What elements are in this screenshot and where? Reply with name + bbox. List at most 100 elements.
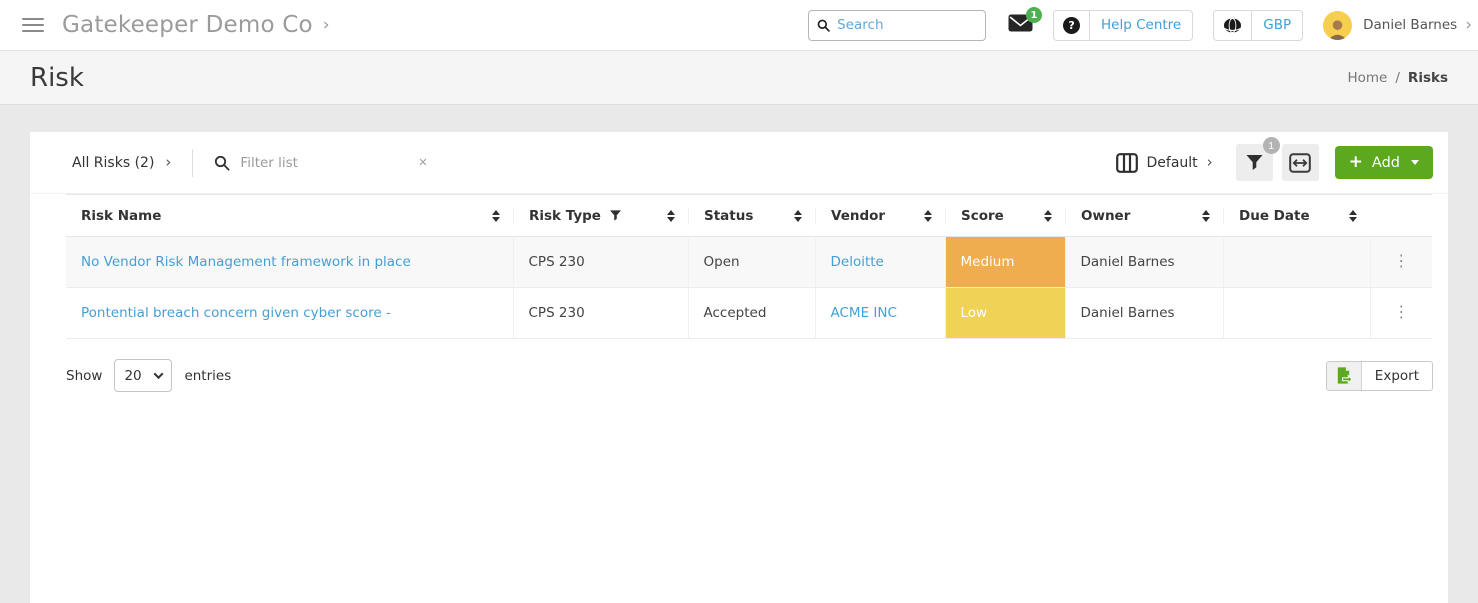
user-name: Daniel Barnes xyxy=(1363,17,1457,33)
vendor-cell: Deloitte xyxy=(815,237,945,288)
page-size-control: Show 20 entries xyxy=(66,359,231,392)
chevron-right-icon: › xyxy=(1465,17,1472,34)
score-badge: Medium xyxy=(946,237,1065,287)
expand-columns-button[interactable] xyxy=(1282,144,1319,181)
search-icon xyxy=(214,155,230,171)
globe-icon xyxy=(1223,18,1242,33)
title-bar: Risk Home / Risks xyxy=(0,51,1478,105)
risk-type-cell: CPS 230 xyxy=(513,237,688,288)
columns-icon xyxy=(1116,153,1138,173)
card-footer: Show 20 entries Export xyxy=(30,339,1448,392)
vendor-link[interactable]: ACME INC xyxy=(831,305,897,321)
owner-cell: Daniel Barnes xyxy=(1065,288,1223,339)
caret-down-icon xyxy=(1411,160,1419,165)
person-icon xyxy=(1326,17,1349,40)
breadcrumb-home[interactable]: Home xyxy=(1347,70,1387,86)
user-menu[interactable]: Daniel Barnes › xyxy=(1363,17,1472,34)
question-icon: ? xyxy=(1063,17,1080,34)
chevron-right-icon: › xyxy=(165,155,171,170)
risks-table: Risk Name Risk Type Status xyxy=(66,194,1432,339)
risk-name-link[interactable]: No Vendor Risk Management framework in p… xyxy=(81,254,411,270)
breadcrumb-current: Risks xyxy=(1408,70,1448,86)
globe-icon-wrap xyxy=(1214,11,1252,40)
breadcrumb: Home / Risks xyxy=(1347,70,1448,86)
score-cell: Low xyxy=(945,288,1065,339)
add-button-label: Add xyxy=(1372,155,1400,171)
filters-button[interactable]: 1 xyxy=(1236,144,1273,181)
page-title: Risk xyxy=(30,63,84,93)
column-header-due-date[interactable]: Due Date xyxy=(1223,195,1370,237)
entries-label: entries xyxy=(184,368,231,384)
company-name: Gatekeeper Demo Co xyxy=(62,12,313,38)
funnel-icon xyxy=(609,209,622,222)
row-menu-icon[interactable]: ⋮ xyxy=(1393,305,1409,321)
sort-icon[interactable] xyxy=(1349,210,1357,222)
column-header-risk-type[interactable]: Risk Type xyxy=(513,195,688,237)
top-header: Gatekeeper Demo Co › 1 ? Help Centre xyxy=(0,0,1478,51)
column-header-actions xyxy=(1370,195,1432,237)
sort-icon[interactable] xyxy=(667,210,675,222)
help-centre-button[interactable]: ? Help Centre xyxy=(1053,10,1193,41)
search-input[interactable] xyxy=(837,17,977,33)
clear-filter-icon[interactable]: ✕ xyxy=(418,156,427,169)
risk-name-cell: No Vendor Risk Management framework in p… xyxy=(66,237,513,288)
expand-horizontal-icon xyxy=(1289,153,1311,173)
breadcrumb-separator: / xyxy=(1395,70,1400,86)
saved-list-selector[interactable]: All Risks (2) › xyxy=(72,155,171,171)
sort-icon[interactable] xyxy=(492,210,500,222)
vendor-link[interactable]: Deloitte xyxy=(831,254,884,270)
sort-icon[interactable] xyxy=(794,210,802,222)
unread-count-badge: 1 xyxy=(1026,7,1042,23)
filter-list-box[interactable]: ✕ xyxy=(214,155,427,171)
export-button[interactable]: Export xyxy=(1326,361,1433,391)
show-label: Show xyxy=(66,368,102,384)
sort-icon[interactable] xyxy=(1044,210,1052,222)
messages-button[interactable]: 1 xyxy=(1008,14,1033,36)
menu-icon[interactable] xyxy=(22,18,44,32)
export-icon-wrap xyxy=(1327,362,1362,390)
status-cell: Accepted xyxy=(688,288,815,339)
currency-label: GBP xyxy=(1252,17,1302,33)
help-centre-label: Help Centre xyxy=(1090,17,1192,33)
page-body: All Risks (2) › ✕ D xyxy=(0,105,1478,603)
add-button[interactable]: + Add xyxy=(1335,146,1433,179)
chevron-down-icon xyxy=(154,369,164,379)
avatar[interactable] xyxy=(1323,11,1352,40)
column-header-risk-name[interactable]: Risk Name xyxy=(66,195,513,237)
column-header-status[interactable]: Status xyxy=(688,195,815,237)
actions-cell: ⋮ xyxy=(1370,237,1432,288)
score-cell: Medium xyxy=(945,237,1065,288)
page-size-select[interactable]: 20 xyxy=(114,359,172,392)
page-size-value: 20 xyxy=(124,368,141,384)
table-header-row: Risk Name Risk Type Status xyxy=(66,195,1432,237)
due-date-cell xyxy=(1223,288,1370,339)
actions-cell: ⋮ xyxy=(1370,288,1432,339)
sort-icon[interactable] xyxy=(924,210,932,222)
column-header-owner[interactable]: Owner xyxy=(1065,195,1223,237)
chevron-right-icon: › xyxy=(323,17,330,34)
risk-name-link[interactable]: Pontential breach concern given cyber sc… xyxy=(81,305,391,321)
owner-cell: Daniel Barnes xyxy=(1065,237,1223,288)
search-icon xyxy=(817,18,830,33)
currency-button[interactable]: GBP xyxy=(1213,10,1303,41)
vendor-cell: ACME INC xyxy=(815,288,945,339)
column-header-vendor[interactable]: Vendor xyxy=(815,195,945,237)
export-file-icon xyxy=(1334,366,1353,385)
risk-type-cell: CPS 230 xyxy=(513,288,688,339)
funnel-icon xyxy=(1245,153,1264,172)
due-date-cell xyxy=(1223,237,1370,288)
view-selector[interactable]: Default › xyxy=(1116,153,1213,173)
filter-count-badge: 1 xyxy=(1263,137,1280,154)
sort-icon[interactable] xyxy=(1202,210,1210,222)
company-menu[interactable]: Gatekeeper Demo Co › xyxy=(62,12,330,38)
chevron-right-icon: › xyxy=(1207,155,1213,170)
saved-list-label: All Risks (2) xyxy=(72,155,154,171)
row-menu-icon[interactable]: ⋮ xyxy=(1393,254,1409,270)
plus-icon: + xyxy=(1349,154,1363,171)
table-row: Pontential breach concern given cyber sc… xyxy=(66,288,1432,339)
card-toolbar: All Risks (2) › ✕ D xyxy=(30,132,1448,194)
score-badge: Low xyxy=(946,288,1065,338)
column-header-score[interactable]: Score xyxy=(945,195,1065,237)
filter-list-input[interactable] xyxy=(240,155,380,171)
global-search[interactable] xyxy=(808,10,986,41)
